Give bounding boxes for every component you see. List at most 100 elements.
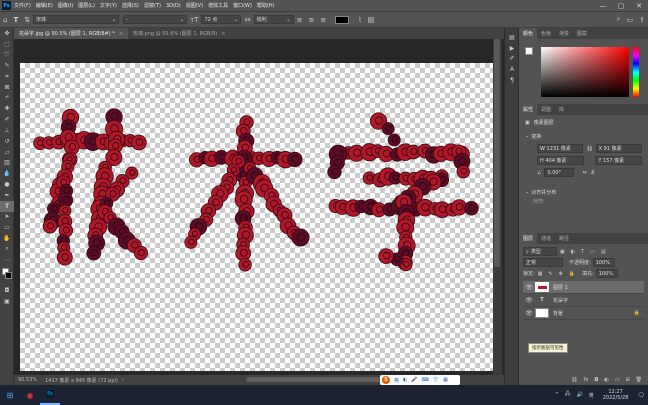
layer-name[interactable]: 花朵字 <box>553 297 568 304</box>
scrollbar-thumb[interactable] <box>494 39 500 267</box>
flip-vertical-icon[interactable]: ⇵ <box>591 170 595 176</box>
filter-shape-icon[interactable]: ▭ <box>590 249 595 255</box>
tab-channels[interactable]: 通道 <box>537 233 555 244</box>
network-icon[interactable]: 🖧 <box>565 391 571 399</box>
tray-up-icon[interactable]: ^ <box>555 392 559 398</box>
character-panel-icon[interactable]: ▤ <box>368 16 375 24</box>
clone-stamp-tool-icon[interactable]: ⊥ <box>0 125 14 136</box>
foreground-swatch[interactable] <box>525 47 533 55</box>
history-brush-tool-icon[interactable]: ↺ <box>0 136 14 147</box>
ime-keyboard-icon[interactable]: ⌨ <box>422 377 429 383</box>
ime-skin-icon[interactable]: 👕 <box>433 377 439 383</box>
y-field[interactable]: Y 157 像素 <box>595 156 642 165</box>
lock-paint-icon[interactable]: ✎ <box>548 271 552 277</box>
brush-tool-icon[interactable]: ✐ <box>0 114 14 125</box>
lock-pixels-icon[interactable]: ▦ <box>538 271 543 277</box>
tab-gradients[interactable]: 渐变 <box>555 28 573 39</box>
align-left-icon[interactable]: ≡ <box>297 16 303 24</box>
quick-mask-icon[interactable]: ◘ <box>0 286 14 297</box>
filter-smart-icon[interactable]: ▤ <box>601 249 606 255</box>
font-family-select[interactable]: 宋体 ⌄ <box>33 15 120 24</box>
new-layer-icon[interactable]: ⊞ <box>625 377 629 383</box>
browser-icon[interactable]: ◉ <box>20 385 40 405</box>
marquee-tool-icon[interactable]: ⬚ <box>0 39 14 50</box>
close-icon[interactable]: × <box>221 31 225 37</box>
type-tool-icon[interactable]: T <box>0 200 14 212</box>
zoom-tool-icon[interactable]: ⌕ <box>0 244 14 255</box>
lasso-tool-icon[interactable]: ➰ <box>0 50 14 61</box>
layer-row[interactable]: 👁 背景 🔒 <box>523 307 644 320</box>
eraser-tool-icon[interactable]: ▱ <box>0 147 14 158</box>
maximize-button[interactable]: ▢ <box>612 2 630 10</box>
eye-icon[interactable]: 👁 <box>523 297 535 304</box>
quick-select-tool-icon[interactable]: ✎ <box>0 60 14 71</box>
tab-paths[interactable]: 路径 <box>555 233 573 244</box>
color-field[interactable] <box>541 47 629 97</box>
eyedropper-tool-icon[interactable]: ⌿ <box>0 93 14 104</box>
layer-name[interactable]: 图层 1 <box>553 284 568 291</box>
align-center-icon[interactable]: ≡ <box>308 16 314 24</box>
antialias-select[interactable]: 锐利 ⌄ <box>253 15 294 24</box>
eye-icon[interactable]: 👁 <box>523 284 535 291</box>
ime-toolbar[interactable]: S 英 ◐ 🎤 ⌨ 👕 ▦ <box>380 375 460 385</box>
fill-field[interactable]: 100% <box>595 269 618 278</box>
history-panel-icon[interactable]: ▤ <box>505 32 519 43</box>
actions-panel-icon[interactable]: ▶ <box>505 43 519 54</box>
hand-tool-icon[interactable]: ✋ <box>0 233 14 244</box>
menu-image[interactable]: 图像(I) <box>58 2 73 9</box>
status-arrow-icon[interactable]: › <box>122 377 124 383</box>
font-style-select[interactable]: - ⌄ <box>123 15 188 24</box>
gradient-tool-icon[interactable]: ▥ <box>0 158 14 169</box>
angle-field[interactable]: 0.00° <box>544 168 575 177</box>
tab-document-1[interactable]: 花朵字.jpg @ 90.5% (图层 1, RGB/8#) * × <box>14 28 128 39</box>
ime-punct-icon[interactable]: ◐ <box>403 377 407 383</box>
lock-all-icon[interactable]: 🔒 <box>569 271 575 277</box>
tab-properties[interactable]: 属性 <box>519 104 538 115</box>
width-field[interactable]: W 1231 像素 <box>537 144 584 153</box>
tab-swatches[interactable]: 色板 <box>537 28 555 39</box>
text-color-swatch[interactable] <box>335 15 350 24</box>
menu-type[interactable]: 文字(Y) <box>100 2 117 9</box>
zoom-level[interactable]: 90.53% <box>18 377 37 383</box>
clock[interactable]: 12:27 2022/5/28 <box>603 389 629 401</box>
layer-name[interactable]: 背景 <box>553 310 563 317</box>
filter-type-icon[interactable]: T <box>581 249 584 255</box>
more-tools-icon[interactable]: ⋯ <box>0 255 14 266</box>
font-size-select[interactable]: 72 点 ⌄ <box>201 15 242 24</box>
ime-mic-icon[interactable]: 🎤 <box>411 377 417 383</box>
crop-tool-icon[interactable]: ⌗ <box>0 71 14 82</box>
layer-row[interactable]: 👁 图层 1 <box>523 281 644 294</box>
tab-libraries[interactable]: 库 <box>555 104 568 115</box>
color-swatches-icon[interactable] <box>0 266 14 286</box>
new-group-icon[interactable]: ▭ <box>615 377 620 383</box>
document-canvas[interactable] <box>20 63 496 371</box>
ime-menu-icon[interactable]: ▦ <box>443 377 448 383</box>
align-right-icon[interactable]: ≡ <box>320 16 326 24</box>
menu-select[interactable]: 选择(S) <box>122 2 139 9</box>
tab-color[interactable]: 颜色 <box>519 28 538 39</box>
home-icon[interactable]: ⌂ <box>3 16 7 24</box>
menu-edit[interactable]: 编辑(E) <box>36 2 53 9</box>
search-icon[interactable]: ⌕ <box>617 15 621 24</box>
hue-slider[interactable] <box>633 47 639 97</box>
workspace-icon[interactable]: ▭ <box>627 16 634 24</box>
ime-mode-label[interactable]: 英 <box>394 377 399 384</box>
link-icon[interactable]: ⛓ <box>586 146 592 152</box>
menu-file[interactable]: 文件(F) <box>14 2 31 9</box>
text-orientation-icon[interactable]: ⇅ <box>24 16 30 24</box>
warp-text-icon[interactable]: ⌇ <box>358 16 361 24</box>
type-tool-icon[interactable]: T <box>13 16 18 24</box>
minimize-button[interactable]: — <box>594 2 612 10</box>
flip-horizontal-icon[interactable]: ⇋ <box>582 170 586 176</box>
close-button[interactable]: ✕ <box>630 2 648 10</box>
paragraph-icon[interactable]: ¶ <box>505 75 519 86</box>
height-field[interactable]: H 404 像素 <box>537 156 584 165</box>
pen-tool-icon[interactable]: ✒ <box>0 190 14 201</box>
blend-mode-select[interactable]: 正常 <box>523 258 563 267</box>
tab-patterns[interactable]: 图案 <box>573 28 591 39</box>
menu-3d[interactable]: 3D(D) <box>166 3 181 9</box>
menu-plugins[interactable]: 增效工具 <box>208 2 228 9</box>
layer-row[interactable]: 👁 T 花朵字 <box>523 294 644 307</box>
menu-view[interactable]: 视图(V) <box>186 2 203 9</box>
photoshop-taskbar-icon[interactable]: Ps <box>40 385 60 405</box>
